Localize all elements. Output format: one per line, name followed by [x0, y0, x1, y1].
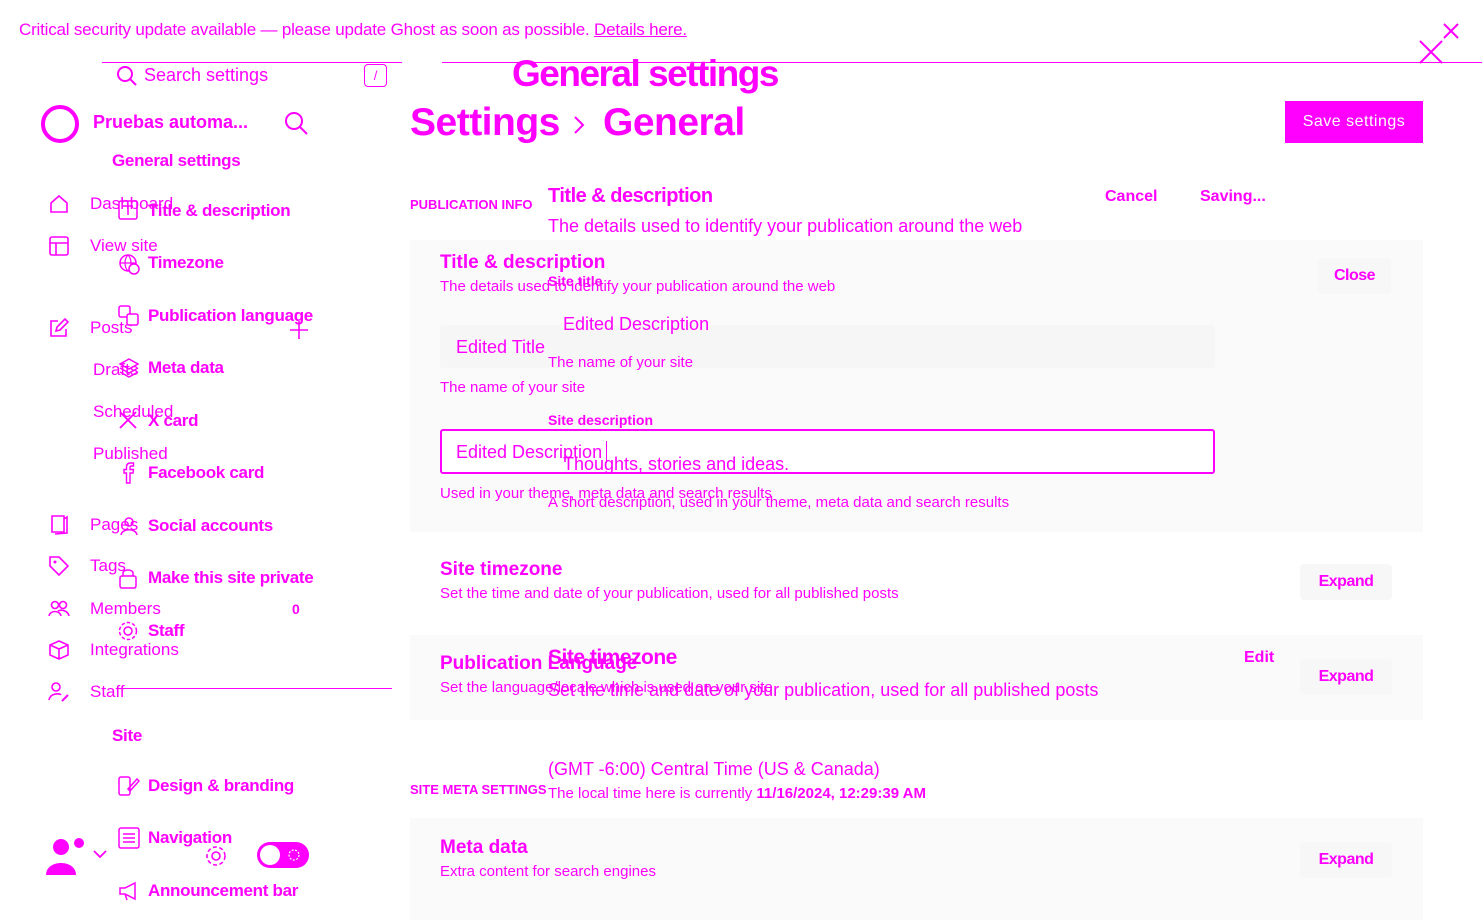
settings-nav-announcement-bar[interactable]: Announcement bar [148, 881, 298, 901]
save-settings-button[interactable]: Save settings [1285, 101, 1423, 143]
banner-text: Critical security update available — ple… [19, 20, 590, 39]
settings-nav-timezone[interactable]: Timezone [148, 253, 224, 273]
meta-expand-button[interactable]: Expand [1300, 842, 1392, 878]
overlay-card-description: The details used to identify your public… [548, 216, 1023, 236]
meta-card-title: Meta data [440, 837, 528, 858]
banner-details-link[interactable]: Details here. [594, 20, 687, 39]
overlay-site-title-value: Edited Description [563, 314, 710, 334]
overlay-site-title-label: Site title [548, 273, 603, 289]
overlay-site-description-hint: A short description, used in your theme,… [548, 494, 1010, 511]
layers-icon [118, 357, 140, 379]
settings-nav-navigation[interactable]: Navigation [148, 828, 232, 848]
general-settings-heading: General settings [112, 151, 241, 170]
pen-icon [48, 317, 70, 339]
social-icon [118, 515, 140, 537]
overlay-local-time: The local time here is currently 11/16/2… [548, 785, 926, 802]
tag-icon [48, 555, 70, 577]
site-logo-icon [40, 104, 80, 144]
local-time-value: 11/16/2024, 12:29:39 AM [756, 785, 926, 802]
facebook-icon [118, 462, 138, 484]
card-title: Title & description [440, 252, 606, 273]
members-icon [48, 598, 70, 620]
overlay-site-description-value: Thoughts, stories and ideas. [563, 454, 790, 474]
timezone-expand-button[interactable]: Expand [1300, 564, 1392, 600]
nav-integrations[interactable]: Integrations [90, 640, 179, 660]
lock-icon [118, 567, 138, 589]
meta-card-description: Extra content for search engines [440, 863, 656, 880]
timezone-card-title: Site timezone [440, 559, 563, 580]
overlay-timezone-edit[interactable]: Edit [1244, 649, 1274, 667]
breadcrumb-general: General [603, 101, 745, 144]
text-icon [118, 200, 138, 220]
search-shortcut-badge: / [364, 64, 387, 87]
site-search-icon[interactable] [283, 110, 309, 136]
brush-icon [118, 775, 140, 797]
layout-icon [48, 235, 70, 257]
members-count: 0 [292, 601, 300, 617]
shortcut-key: / [373, 68, 378, 83]
nav-members[interactable]: Members [90, 599, 161, 619]
settings-nav-title-description[interactable]: Title & description [148, 201, 291, 221]
settings-nav-x-card[interactable]: X card [148, 411, 198, 431]
settings-nav-meta-data[interactable]: Meta data [148, 358, 224, 378]
staff-gear-icon [117, 620, 139, 642]
overlay-timezone-description: Set the time and date of your publicatio… [548, 677, 1108, 703]
site-title-value: Edited Title [456, 337, 546, 357]
avatar-icon[interactable] [44, 835, 86, 875]
chevron-right-icon [570, 114, 588, 136]
language-icon [118, 305, 140, 327]
overlay-site-description-label: Site description [548, 412, 654, 428]
search-settings-input[interactable]: Search settings [144, 65, 268, 86]
search-icon [116, 65, 138, 87]
megaphone-icon [118, 880, 140, 902]
settings-nav-facebook-card[interactable]: Facebook card [148, 463, 264, 483]
security-banner: Critical security update available — ple… [19, 20, 687, 40]
site-meta-label: SITE META SETTINGS [410, 782, 547, 797]
cancel-button[interactable]: Cancel [1105, 188, 1157, 206]
x-icon [118, 410, 138, 430]
overlay-timezone-title: Site timezone [548, 646, 677, 669]
local-time-prefix: The local time here is currently [548, 785, 753, 802]
page-icon [48, 513, 70, 535]
breadcrumb-settings[interactable]: Settings [410, 101, 560, 145]
overlay-heading: General settings [512, 53, 779, 94]
settings-nav-social-accounts[interactable]: Social accounts [148, 516, 273, 536]
nav-staff[interactable]: Staff [90, 682, 125, 702]
saving-button[interactable]: Saving... [1200, 188, 1266, 206]
publication-info-label: PUBLICATION INFO [410, 197, 533, 212]
settings-nav-staff[interactable]: Staff [148, 621, 185, 641]
language-expand-button[interactable]: Expand [1300, 659, 1392, 695]
navigation-icon [118, 827, 140, 849]
close-button[interactable]: Close [1318, 258, 1391, 294]
timezone-card-description: Set the time and date of your publicatio… [440, 585, 899, 602]
site-name[interactable]: Pruebas automa... [93, 112, 248, 133]
settings-nav-make-private[interactable]: Make this site private [148, 568, 314, 588]
home-icon [48, 193, 70, 215]
site-title-hint: The name of your site [440, 379, 586, 396]
overlay-card-title: Title & description [548, 185, 713, 207]
overlay-site-title-hint: The name of your site [548, 354, 694, 371]
staff-icon [48, 681, 70, 703]
chevron-down-icon[interactable] [91, 847, 109, 861]
box-icon [48, 639, 70, 661]
settings-nav-publication-language[interactable]: Publication language [148, 306, 313, 326]
settings-nav-design-branding[interactable]: Design & branding [148, 776, 294, 796]
nav-published[interactable]: Published [93, 444, 168, 464]
card-description: The details used to identify your public… [440, 278, 836, 295]
dark-mode-toggle[interactable] [256, 841, 310, 869]
site-heading: Site [112, 726, 142, 745]
globe-clock-icon [118, 253, 140, 275]
overlay-timezone-value: (GMT -6:00) Central Time (US & Canada) [548, 759, 880, 779]
overlay-timezone-description-text: Set the time and date of your publicatio… [548, 680, 1099, 700]
